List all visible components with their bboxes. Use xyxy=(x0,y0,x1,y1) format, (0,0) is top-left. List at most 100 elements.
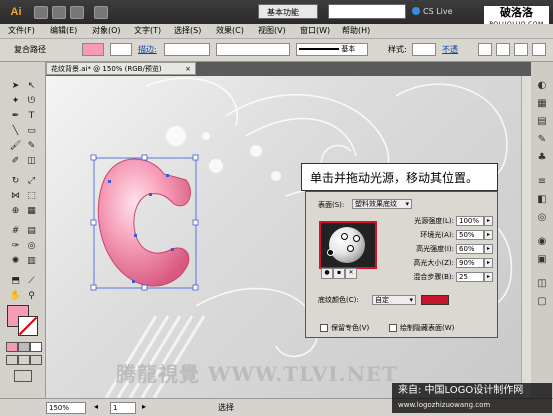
graphic-styles-icon[interactable]: ▣ xyxy=(536,254,548,266)
gradient-tool-icon[interactable]: ▤ xyxy=(24,225,39,238)
menu-object[interactable]: 对象(O) xyxy=(92,25,121,37)
zoom-level-field[interactable]: 150% xyxy=(46,402,86,414)
control-icon-c[interactable] xyxy=(514,43,528,56)
preserve-spot-checkbox[interactable] xyxy=(320,324,328,332)
color-panel-icon[interactable]: ◐ xyxy=(536,80,548,92)
menu-file[interactable]: 文件(F) xyxy=(8,25,35,37)
shading-color-swatch[interactable] xyxy=(421,295,449,305)
magic-wand-tool-icon[interactable]: ✦ xyxy=(8,95,23,108)
light-intensity-input[interactable]: 100% xyxy=(456,216,484,226)
scale-tool-icon[interactable]: ⤢ xyxy=(24,175,39,188)
shape-builder-tool-icon[interactable]: ⊕ xyxy=(8,205,23,218)
width-tool-icon[interactable]: ⋈ xyxy=(8,190,23,203)
ambient-light-stepper[interactable]: ▸ xyxy=(484,230,493,240)
light-source-handle[interactable] xyxy=(353,235,360,242)
opacity-link[interactable]: 不透 xyxy=(442,44,458,56)
layout-icon[interactable] xyxy=(70,6,84,19)
light-source-handle[interactable] xyxy=(327,249,334,256)
screen-mode-button[interactable] xyxy=(14,370,32,382)
mesh-tool-icon[interactable]: # xyxy=(8,225,23,238)
free-transform-tool-icon[interactable]: ⬚ xyxy=(24,190,39,203)
eraser-tool-icon[interactable]: ◫ xyxy=(24,155,39,168)
menu-view[interactable]: 视图(V) xyxy=(258,25,286,37)
eyedropper-tool-icon[interactable]: ✑ xyxy=(8,240,23,253)
stroke-color-swatch[interactable] xyxy=(18,316,38,336)
control-icon-a[interactable] xyxy=(478,43,492,56)
stroke-weight-select[interactable] xyxy=(164,43,210,56)
brushes-panel-icon[interactable]: ✎ xyxy=(536,134,548,146)
layers-panel-icon[interactable]: ◫ xyxy=(536,278,548,290)
highlight-size-input[interactable]: 90% xyxy=(456,258,484,268)
swatches-panel-icon[interactable]: ▤ xyxy=(536,116,548,128)
menu-help[interactable]: 帮助(H) xyxy=(342,25,370,37)
paintbrush-tool-icon[interactable]: 🖌 xyxy=(8,140,23,153)
brush-select[interactable]: 基本 xyxy=(296,43,368,56)
menu-edit[interactable]: 编辑(E) xyxy=(50,25,77,37)
gradient-mode-button[interactable] xyxy=(18,342,30,352)
light-source-handle[interactable] xyxy=(341,233,348,240)
light-intensity-stepper[interactable]: ▸ xyxy=(484,216,493,226)
surface-select[interactable]: 塑料效果底纹 ▾ xyxy=(352,199,412,209)
ambient-light-input[interactable]: 50% xyxy=(456,230,484,240)
style-select[interactable] xyxy=(412,43,436,56)
highlight-intensity-stepper[interactable]: ▸ xyxy=(484,244,493,254)
lasso-tool-icon[interactable]: ᘎ xyxy=(24,95,39,108)
color-guide-icon[interactable]: ▦ xyxy=(536,98,548,110)
move-light-back-icon[interactable]: ● xyxy=(321,268,333,279)
new-light-icon[interactable]: ▪ xyxy=(333,268,345,279)
draw-inside-button[interactable] xyxy=(30,355,42,365)
control-icon-d[interactable] xyxy=(532,43,546,56)
line-tool-icon[interactable]: ╲ xyxy=(8,125,23,138)
column-graph-tool-icon[interactable]: ▥ xyxy=(24,255,39,268)
cs-live-icon[interactable] xyxy=(412,7,420,15)
pen-tool-icon[interactable]: ✒ xyxy=(8,110,23,123)
type-tool-icon[interactable]: T xyxy=(24,110,39,123)
screen-mode-icon[interactable] xyxy=(94,6,108,19)
artboard-number-field[interactable]: 1 xyxy=(110,402,136,414)
stroke-panel-icon[interactable]: ≡ xyxy=(536,176,548,188)
hand-tool-icon[interactable]: ✋ xyxy=(8,290,23,303)
rectangle-tool-icon[interactable]: ▭ xyxy=(24,125,39,138)
gradient-panel-icon[interactable]: ◧ xyxy=(536,194,548,206)
perspective-grid-tool-icon[interactable]: ▦ xyxy=(24,205,39,218)
symbol-sprayer-tool-icon[interactable]: ✺ xyxy=(8,255,23,268)
color-mode-button[interactable] xyxy=(6,342,18,352)
blend-tool-icon[interactable]: ◎ xyxy=(24,240,39,253)
menu-effect[interactable]: 效果(C) xyxy=(216,25,244,37)
direct-selection-tool-icon[interactable]: ↖ xyxy=(24,80,39,93)
bridge-icon[interactable] xyxy=(34,6,48,19)
arrange-icon[interactable] xyxy=(52,6,66,19)
prev-page-icon[interactable]: ◂ xyxy=(94,402,98,411)
variable-width-select[interactable] xyxy=(216,43,290,56)
fill-color-picker[interactable] xyxy=(82,43,104,56)
close-tab-icon[interactable]: × xyxy=(185,63,191,75)
artboards-panel-icon[interactable]: ▢ xyxy=(536,296,548,308)
pencil-tool-icon[interactable]: ✎ xyxy=(24,140,39,153)
draw-normal-button[interactable] xyxy=(6,355,18,365)
document-tab[interactable]: 花纹背景.ai* @ 150% (RGB/预览) × xyxy=(46,62,196,75)
blob-brush-tool-icon[interactable]: ✐ xyxy=(8,155,23,168)
control-icon-b[interactable] xyxy=(496,43,510,56)
highlight-size-stepper[interactable]: ▸ xyxy=(484,258,493,268)
menu-window[interactable]: 窗口(W) xyxy=(300,25,330,37)
selection-tool-icon[interactable]: ➤ xyxy=(8,80,23,93)
help-search-input[interactable] xyxy=(328,4,406,19)
artboard-tool-icon[interactable]: ⬒ xyxy=(8,275,23,288)
appearance-panel-icon[interactable]: ◉ xyxy=(536,236,548,248)
cs-live-label[interactable]: CS Live xyxy=(423,4,453,19)
slice-tool-icon[interactable]: ⟋ xyxy=(24,275,39,288)
stroke-color-picker[interactable] xyxy=(110,43,132,56)
symbols-panel-icon[interactable]: ♣ xyxy=(536,152,548,164)
rotate-tool-icon[interactable]: ↻ xyxy=(8,175,23,188)
workspace-switcher[interactable]: 基本功能 xyxy=(258,4,318,19)
lighting-preview-sphere[interactable] xyxy=(319,221,377,269)
draw-behind-button[interactable] xyxy=(18,355,30,365)
zoom-tool-icon[interactable]: ⚲ xyxy=(24,290,39,303)
blend-steps-stepper[interactable]: ▸ xyxy=(484,272,493,282)
delete-light-icon[interactable]: ✕ xyxy=(345,268,357,279)
draw-hidden-faces-checkbox[interactable] xyxy=(389,324,397,332)
transparency-panel-icon[interactable]: ◎ xyxy=(536,212,548,224)
menu-select[interactable]: 选择(S) xyxy=(174,25,201,37)
stroke-link[interactable]: 描边: xyxy=(138,44,157,56)
blend-steps-input[interactable]: 25 xyxy=(456,272,484,282)
